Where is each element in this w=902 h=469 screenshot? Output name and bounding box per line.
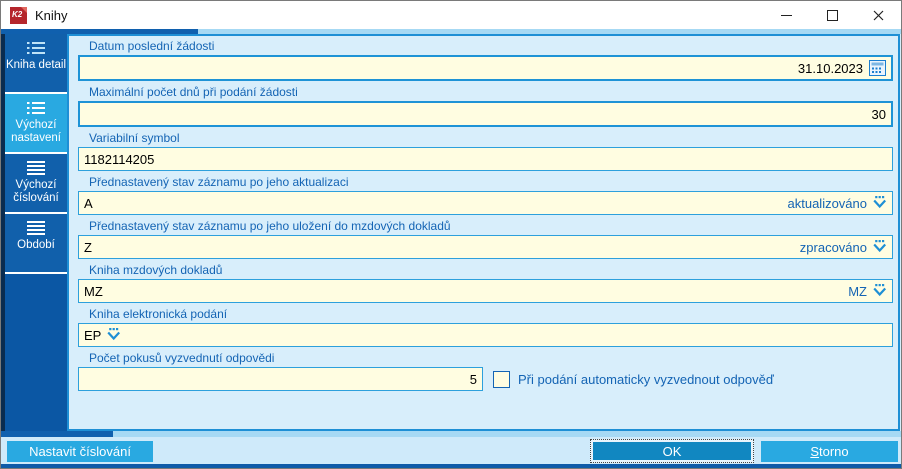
sidebar-item-label: Období xyxy=(17,239,55,251)
stav-po-aktualizaci-field[interactable]: A aktualizováno xyxy=(78,191,893,215)
dropdown-icon[interactable] xyxy=(106,328,121,342)
sidebar-item-vychozi-cislovani[interactable]: Výchozí číslování xyxy=(5,154,67,214)
pocet-pokusu-field[interactable]: 5 xyxy=(78,367,483,391)
menu-lines-icon xyxy=(27,161,45,175)
close-button[interactable] xyxy=(855,1,901,29)
form-panel: Datum poslední žádosti 31.10.2023 Maximá… xyxy=(67,34,900,431)
menu-lines-icon xyxy=(27,221,45,235)
form-row: Přednastavený stav záznamu po jeho ulože… xyxy=(69,219,898,259)
form-row: Kniha elektronická podání EP xyxy=(69,307,898,347)
field-label: Přednastavený stav záznamu po jeho ulože… xyxy=(89,219,451,233)
maximize-icon xyxy=(826,9,838,21)
field-display-value: MZ xyxy=(848,283,867,299)
sidebar-item-obdobi[interactable]: Období xyxy=(5,214,67,274)
form-row: Datum poslední žádosti 31.10.2023 xyxy=(69,39,898,81)
list-detail-icon xyxy=(27,102,45,114)
form-row: Počet pokusů vyzvednutí odpovědi 5 Při p… xyxy=(69,351,898,391)
list-detail-icon xyxy=(27,42,45,54)
field-display-value: aktualizováno xyxy=(787,195,868,211)
field-value: MZ xyxy=(84,283,103,299)
field-display-value: zpracováno xyxy=(799,239,867,255)
calendar-icon[interactable] xyxy=(869,60,886,76)
dropdown-icon[interactable] xyxy=(872,196,887,210)
sidebar: Kniha detail Výchozí nastavení Výchozí č… xyxy=(5,34,67,431)
sidebar-item-label: Kniha detail xyxy=(5,59,67,71)
auto-pickup-checkbox[interactable] xyxy=(493,370,510,388)
max-pocet-dnu-field[interactable]: 30 xyxy=(78,101,893,127)
kniha-elektronicka-podani-field[interactable]: EP xyxy=(78,323,893,347)
variabilni-symbol-field[interactable]: 1182114205 xyxy=(78,147,893,171)
sidebar-item-vychozi-nastaveni[interactable]: Výchozí nastavení xyxy=(5,94,67,154)
field-label: Maximální počet dnů při podání žádosti xyxy=(89,85,298,99)
minimize-button[interactable] xyxy=(763,1,809,29)
nastavit-cislovani-button[interactable]: Nastavit číslování xyxy=(7,441,153,462)
window-controls xyxy=(763,1,901,29)
knihy-dialog: K2 Knihy Kniha detail Výchozí nastavení … xyxy=(0,0,902,469)
datum-posledni-zadosti-field[interactable]: 31.10.2023 xyxy=(78,55,893,81)
form-row: Variabilní symbol 1182114205 xyxy=(69,131,898,171)
field-label: Přednastavený stav záznamu po jeho aktua… xyxy=(89,175,349,189)
auto-pickup-checkbox-label: Při podání automaticky vyzvednout odpově… xyxy=(518,371,774,387)
dropdown-icon[interactable] xyxy=(872,240,887,254)
field-value: A xyxy=(84,195,93,211)
field-label: Kniha mzdových dokladů xyxy=(89,263,223,277)
form-row: Přednastavený stav záznamu po jeho aktua… xyxy=(69,175,898,215)
sidebar-item-kniha-detail[interactable]: Kniha detail xyxy=(5,34,67,94)
field-value: 30 xyxy=(871,106,886,122)
sidebar-item-label: Výchozí číslování xyxy=(13,179,59,204)
close-icon xyxy=(873,10,883,20)
storno-button[interactable]: Storno xyxy=(761,441,898,462)
button-bar: Nastavit číslování OK Storno xyxy=(1,437,901,464)
field-value: 1182114205 xyxy=(84,151,155,167)
field-value: 5 xyxy=(469,371,477,387)
stav-po-ulozeni-field[interactable]: Z zpracováno xyxy=(78,235,893,259)
field-value: 31.10.2023 xyxy=(797,60,863,76)
field-label: Datum poslední žádosti xyxy=(89,39,215,53)
field-label: Variabilní symbol xyxy=(89,131,180,145)
ok-button-focus-ring: OK xyxy=(590,439,754,463)
k2-app-icon: K2 xyxy=(10,6,27,24)
kniha-mzdovych-dokladu-field[interactable]: MZ MZ xyxy=(78,279,893,303)
field-label: Počet pokusů vyzvednutí odpovědi xyxy=(89,351,275,365)
ok-button[interactable]: OK xyxy=(593,442,751,460)
form-row: Kniha mzdových dokladů MZ MZ xyxy=(69,263,898,303)
maximize-button[interactable] xyxy=(809,1,855,29)
field-value: EP xyxy=(84,327,102,343)
window-title: Knihy xyxy=(35,7,68,23)
minimize-icon xyxy=(780,14,792,16)
field-label: Kniha elektronická podání xyxy=(89,307,228,321)
field-value: Z xyxy=(84,239,92,255)
window-bottom-strip xyxy=(1,464,901,468)
dropdown-icon[interactable] xyxy=(872,284,887,298)
sidebar-item-label: Výchozí nastavení xyxy=(11,119,61,144)
titlebar: K2 Knihy xyxy=(1,1,901,29)
form-row: Maximální počet dnů při podání žádosti 3… xyxy=(69,85,898,127)
